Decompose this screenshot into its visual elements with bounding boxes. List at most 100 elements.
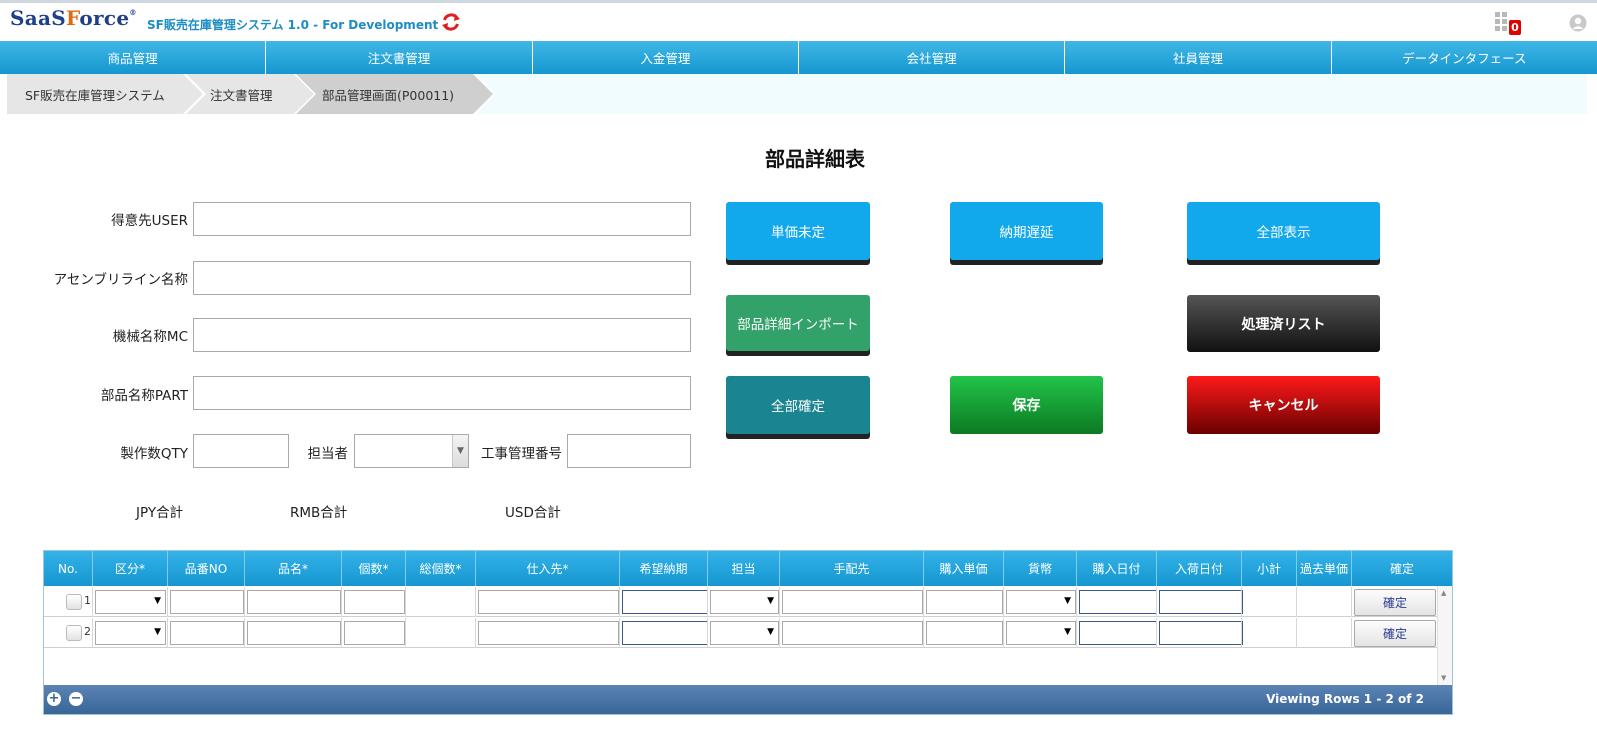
grid-cell — [342, 587, 406, 617]
grid-cell — [780, 587, 924, 617]
grid-cell — [708, 618, 780, 648]
column-header[interactable]: No. — [44, 551, 93, 586]
row-confirm-button[interactable]: 確定 — [1354, 620, 1436, 647]
person-label: 担当者 — [307, 446, 349, 462]
nav-item-payments[interactable]: 入金管理 — [532, 41, 799, 74]
app-logo[interactable]: SaaSForce® — [10, 6, 137, 30]
notification-badge[interactable]: 0 — [1509, 20, 1521, 35]
part-label: 部品名称PART — [100, 388, 188, 404]
grid-cell — [1077, 618, 1157, 648]
machine-label: 機械名称MC — [112, 329, 188, 345]
grid-cell — [620, 587, 708, 617]
breadcrumb-label: 部品管理画面(P00011) — [322, 87, 455, 103]
past-price-cell — [1297, 618, 1352, 648]
column-header[interactable]: 購入単価 — [924, 551, 1004, 586]
person-select[interactable]: ▼ — [354, 434, 469, 468]
processed-list-button[interactable]: 処理済リスト — [1187, 295, 1380, 352]
column-header[interactable]: 確定 — [1352, 551, 1452, 586]
assembly-label: アセンブリライン名称 — [53, 272, 188, 288]
grid-cell — [1157, 618, 1242, 648]
logo-main: SaaS — [10, 6, 67, 30]
project-input[interactable] — [567, 434, 691, 468]
grid-cell — [476, 618, 620, 648]
import-parts-button[interactable]: 部品詳細インポート — [726, 295, 870, 351]
grid-cell — [780, 618, 924, 648]
breadcrumb-item-system[interactable]: SF販売在庫管理システム — [7, 74, 165, 114]
grid-cell — [708, 587, 780, 617]
breadcrumb: SF販売在庫管理システム 注文書管理 部品管理画面(P00011) — [7, 74, 1587, 114]
logo-accent: F — [66, 6, 80, 30]
cancel-button[interactable]: キャンセル — [1187, 376, 1380, 434]
subtotal-cell — [1242, 587, 1297, 617]
save-button[interactable]: 保存 — [950, 376, 1103, 434]
customer-input[interactable] — [193, 202, 691, 236]
column-header[interactable]: 希望納期 — [620, 551, 708, 586]
qty-input[interactable] — [193, 434, 289, 468]
grid-cell — [1004, 618, 1077, 648]
app-header: SaaSForce® SF販売在庫管理システム 1.0 - For Develo… — [0, 3, 1597, 41]
qty-label: 製作数QTY — [120, 446, 188, 462]
column-header[interactable]: 担当 — [708, 551, 780, 586]
part-input[interactable] — [193, 376, 691, 410]
page-title: 部品詳細表 — [765, 147, 865, 171]
table-row: 2 ▼ ▼ ▼ 確定 — [44, 618, 1437, 648]
column-header[interactable]: 購入日付 — [1077, 551, 1157, 586]
refresh-icon[interactable] — [440, 11, 462, 33]
grid-cell — [476, 587, 620, 617]
past-price-cell — [1297, 587, 1352, 617]
rmb-total: RMB合計 — [290, 505, 348, 521]
grid-cell — [342, 618, 406, 648]
confirm-all-button[interactable]: 全部確定 — [726, 376, 870, 434]
customer-label: 得意先USER — [111, 213, 188, 229]
delivery-delay-button[interactable]: 納期遅延 — [950, 202, 1103, 260]
scroll-down-icon[interactable]: ▼ — [1441, 674, 1446, 682]
logo-mark: ® — [129, 8, 137, 17]
grid-cell — [924, 587, 1004, 617]
grid-cell — [93, 587, 168, 617]
column-header[interactable]: 総個数* — [406, 551, 476, 586]
add-row-icon[interactable]: + — [47, 692, 61, 706]
column-header[interactable]: 過去単価 — [1297, 551, 1352, 586]
machine-input[interactable] — [193, 318, 691, 352]
user-icon[interactable] — [1569, 14, 1587, 32]
column-header[interactable]: 区分* — [93, 551, 168, 586]
show-all-button[interactable]: 全部表示 — [1187, 202, 1380, 260]
usd-total: USD合計 — [505, 505, 561, 521]
grid-footer: + − Viewing Rows 1 - 2 of 2 — [44, 685, 1452, 714]
grid-cell — [620, 618, 708, 648]
project-label: 工事管理番号 — [481, 446, 562, 462]
grid-cell — [1077, 587, 1157, 617]
nav-item-products[interactable]: 商品管理 — [0, 41, 267, 74]
assembly-input[interactable] — [193, 261, 691, 295]
remove-row-icon[interactable]: − — [69, 692, 83, 706]
nav-item-data-interface[interactable]: データインタフェース — [1331, 41, 1597, 74]
nav-item-companies[interactable]: 会社管理 — [798, 41, 1066, 74]
column-header[interactable]: 仕入先* — [476, 551, 620, 586]
grid-scrollbar[interactable]: ▲ ▼ — [1437, 586, 1452, 685]
row-confirm-button[interactable]: 確定 — [1354, 589, 1436, 616]
scroll-up-icon[interactable]: ▲ — [1441, 589, 1446, 597]
column-header[interactable]: 入荷日付 — [1157, 551, 1242, 586]
nav-item-orders[interactable]: 注文書管理 — [266, 41, 533, 74]
breadcrumb-item-current: 部品管理画面(P00011) — [304, 74, 454, 114]
grid-cell — [1157, 587, 1242, 617]
total-quantity-cell — [406, 618, 476, 648]
chevron-down-icon: ▼ — [452, 435, 468, 467]
nav-item-employees[interactable]: 社員管理 — [1065, 41, 1332, 74]
grid-cell — [168, 587, 245, 617]
column-header[interactable]: 品番NO — [168, 551, 245, 586]
grid-header: No. 区分* 品番NO 品名* 個数* 総個数* 仕入先* 希望納期 担当 手… — [44, 551, 1452, 586]
parts-grid: No. 区分* 品番NO 品名* 個数* 総個数* 仕入先* 希望納期 担当 手… — [43, 550, 1453, 715]
column-header[interactable]: 個数* — [342, 551, 406, 586]
breadcrumb-item-orders[interactable]: 注文書管理 — [192, 74, 273, 114]
price-undecided-button[interactable]: 単価未定 — [726, 202, 870, 260]
main-nav: 商品管理 注文書管理 入金管理 会社管理 社員管理 データインタフェース — [0, 41, 1597, 74]
grid-cell — [924, 618, 1004, 648]
grid-cell — [44, 618, 93, 648]
grid-cell — [1004, 587, 1077, 617]
column-header[interactable]: 手配先 — [780, 551, 924, 586]
column-header[interactable]: 小計 — [1242, 551, 1297, 586]
column-header[interactable]: 貨幣 — [1004, 551, 1077, 586]
column-header[interactable]: 品名* — [245, 551, 342, 586]
system-title: SF販売在庫管理システム 1.0 - For Development — [147, 18, 439, 32]
